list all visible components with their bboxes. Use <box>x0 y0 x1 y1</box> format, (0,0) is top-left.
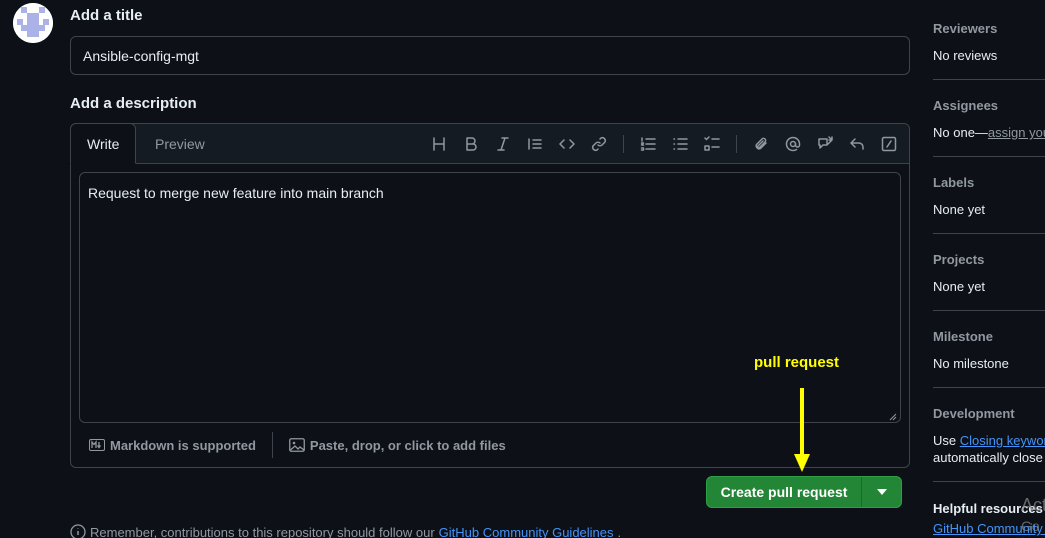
reviewers-heading[interactable]: Reviewers <box>933 21 1045 36</box>
activation-watermark-line1: Act <box>1021 495 1045 515</box>
info-icon <box>70 524 86 538</box>
labels-section[interactable]: Labels None yet <box>933 175 1045 217</box>
labels-value: None yet <box>933 202 986 217</box>
projects-value: None yet <box>933 279 986 294</box>
assignees-section[interactable]: Assignees No one—assign yourself <box>933 98 1045 140</box>
development-prefix: Use <box>933 433 960 448</box>
reference-icon[interactable] <box>809 132 841 156</box>
numbered-list-icon[interactable] <box>632 132 664 156</box>
development-heading: Development <box>933 406 1015 421</box>
development-section: Development Use Closing keywords automat… <box>933 406 1045 465</box>
assign-yourself-link[interactable]: assign yourself <box>988 125 1045 140</box>
sidebar-divider <box>933 310 1045 311</box>
reviewers-value: No reviews <box>933 48 998 63</box>
title-heading: Add a title <box>70 7 143 24</box>
development-line2: automatically close is <box>933 450 1045 465</box>
resize-handle-icon[interactable] <box>889 413 897 421</box>
attach-icon[interactable] <box>745 132 777 156</box>
assignees-heading[interactable]: Assignees <box>933 98 1045 113</box>
development-value: Use Closing keywords <box>933 433 1045 448</box>
create-pull-request-label[interactable]: Create pull request <box>707 477 862 507</box>
editor-header: Write Preview <box>70 123 909 164</box>
markdown-icon <box>89 439 105 451</box>
task-list-icon[interactable] <box>696 132 728 156</box>
create-pull-request-button[interactable]: Create pull request <box>706 476 902 508</box>
assignees-value: No one—assign yourself <box>933 125 1045 140</box>
milestone-heading[interactable]: Milestone <box>933 329 1045 344</box>
title-input[interactable] <box>70 36 910 75</box>
create-options-dropdown[interactable] <box>862 477 901 507</box>
triangle-down-icon <box>876 489 887 495</box>
attach-files-button[interactable]: Paste, drop, or click to add files <box>289 438 506 453</box>
toolbar-divider <box>736 135 737 153</box>
arrow-down-icon <box>794 388 810 472</box>
contribution-note: Remember, contributions to this reposito… <box>70 524 621 538</box>
note-prefix: Remember, contributions to this reposito… <box>90 524 435 538</box>
sidebar-divider <box>933 233 1045 234</box>
closing-keywords-link[interactable]: Closing keywords <box>960 433 1045 448</box>
image-icon <box>289 438 305 452</box>
sidebar-divider <box>933 156 1045 157</box>
community-guidelines-link[interactable]: GitHub Community Guidelines <box>439 525 614 538</box>
quote-icon[interactable] <box>519 132 551 156</box>
tab-write[interactable]: Write <box>70 123 137 164</box>
user-avatar[interactable] <box>13 3 53 43</box>
activation-watermark-line2: Go t <box>1021 518 1040 538</box>
link-icon[interactable] <box>583 132 615 156</box>
labels-heading[interactable]: Labels <box>933 175 1045 190</box>
attach-label: Paste, drop, or click to add files <box>309 437 506 453</box>
markdown-label: Markdown is supported <box>110 437 256 453</box>
pull-request-annotation: pull request <box>754 354 840 371</box>
mention-icon[interactable] <box>777 132 809 156</box>
bulleted-list-icon[interactable] <box>664 132 696 156</box>
sidebar: Reviewers No reviews Assignees No one—as… <box>933 0 1045 538</box>
sidebar-divider <box>933 481 1045 482</box>
bold-icon[interactable] <box>455 132 487 156</box>
sidebar-divider <box>933 387 1045 388</box>
italic-icon[interactable] <box>487 132 519 156</box>
markdown-supported-link[interactable]: Markdown is supported <box>89 438 256 453</box>
projects-section[interactable]: Projects None yet <box>933 252 1045 294</box>
description-editor: Write Preview Request to merge new featu… <box>70 123 910 468</box>
note-suffix: . <box>617 524 622 538</box>
reply-icon[interactable] <box>841 132 873 156</box>
tab-preview[interactable]: Preview <box>139 124 221 164</box>
projects-heading[interactable]: Projects <box>933 252 1045 267</box>
code-icon[interactable] <box>551 132 583 156</box>
toolbar-divider <box>623 135 624 153</box>
description-heading: Add a description <box>70 95 197 112</box>
sidebar-divider <box>933 79 1045 80</box>
heading-icon[interactable] <box>423 132 455 156</box>
milestone-value: No milestone <box>933 356 1009 371</box>
footer-divider <box>271 432 273 458</box>
slash-commands-icon[interactable] <box>873 132 905 156</box>
markdown-toolbar <box>423 132 905 156</box>
reviewers-section[interactable]: Reviewers No reviews <box>933 21 1045 63</box>
milestone-section[interactable]: Milestone No milestone <box>933 329 1045 371</box>
assignees-none: No one— <box>933 125 988 140</box>
editor-footer: Markdown is supported Paste, drop, or cl… <box>71 423 909 467</box>
description-textarea[interactable]: Request to merge new feature into main b… <box>79 172 901 423</box>
